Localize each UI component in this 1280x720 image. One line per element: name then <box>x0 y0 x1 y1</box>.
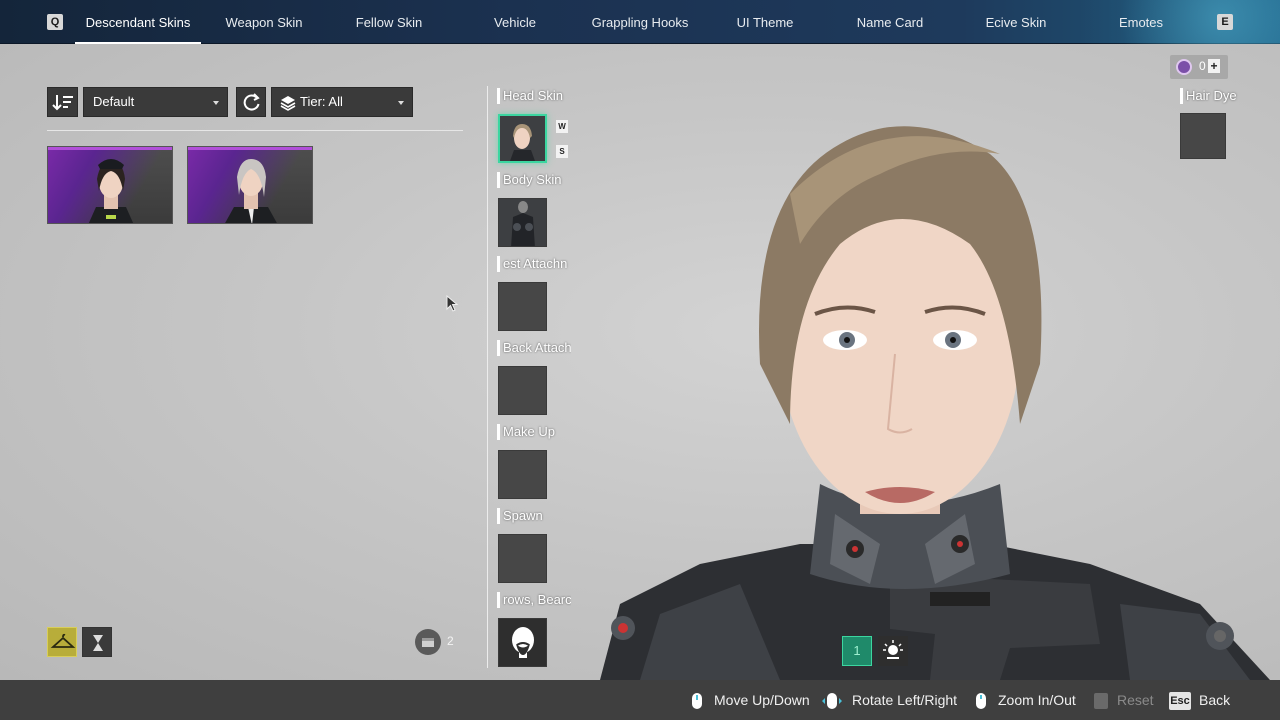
reset-filter-button[interactable] <box>236 87 266 117</box>
currency-amount: 0 <box>1199 59 1206 73</box>
skin-thumbnail <box>225 159 277 223</box>
tab-ui-theme[interactable]: UI Theme <box>725 0 805 44</box>
chevron-down-icon <box>398 101 404 105</box>
back-label: Back <box>1199 692 1231 708</box>
slot-back-attachment[interactable] <box>498 366 547 415</box>
slot-label-brows-beard: rows, Bearc <box>497 591 571 609</box>
chevron-down-icon <box>213 101 219 105</box>
sort-dropdown-value: Default <box>93 94 135 109</box>
currency-display[interactable]: 0 + <box>1170 55 1228 79</box>
skin-card-dark-haired[interactable] <box>47 146 173 224</box>
hint-move-label: Move Up/Down <box>714 692 810 708</box>
tab-vehicle[interactable]: Vehicle <box>480 0 550 44</box>
slot-spawn[interactable] <box>498 534 547 583</box>
hint-zoom-label: Zoom In/Out <box>998 692 1076 708</box>
sort-order-button[interactable] <box>47 87 78 117</box>
hanger-icon <box>50 633 76 648</box>
hourglass-icon <box>93 635 103 651</box>
currency-icon <box>1176 59 1192 75</box>
slot-body-skin[interactable] <box>498 198 547 247</box>
reset-view-label: Reset <box>1117 692 1154 708</box>
chest-icon <box>415 629 441 655</box>
time-limited-button[interactable] <box>82 627 112 657</box>
slot-chest-attachment[interactable] <box>498 282 547 331</box>
inventory-count-value: 2 <box>447 634 454 648</box>
hair-dye-label: Hair Dye <box>1180 87 1250 105</box>
next-tab-key[interactable]: E <box>1217 14 1233 30</box>
light-icon <box>883 640 903 659</box>
slot-label-make-up: Make Up <box>497 423 571 441</box>
esc-key: Esc <box>1169 692 1191 711</box>
hint-rotate-label: Rotate Left/Right <box>852 692 958 708</box>
character-preview-stage[interactable] <box>0 44 1280 680</box>
tab-descendant-skins[interactable]: Descendant Skins <box>75 0 201 44</box>
layers-icon <box>280 96 296 111</box>
tab-grappling-hooks[interactable]: Grappling Hooks <box>584 0 696 44</box>
hint-move: Move Up/Down <box>688 680 810 720</box>
character-model <box>600 126 1270 680</box>
hair-dye-slot[interactable] <box>1180 113 1226 159</box>
mouse-rotate-icon <box>822 693 842 710</box>
add-currency-button[interactable]: + <box>1208 59 1220 73</box>
tab-weapon-skin[interactable]: Weapon Skin <box>214 0 314 44</box>
prev-tab-key[interactable]: Q <box>47 14 63 30</box>
tag-w: W <box>556 120 568 133</box>
slot-label-spawn: Spawn <box>497 507 571 525</box>
tab-emotes[interactable]: Emotes <box>1110 0 1172 44</box>
wardrobe-view-button[interactable] <box>47 627 77 657</box>
slot-brows-beard[interactable] <box>498 618 547 667</box>
head-skin-thumbnail <box>500 116 545 161</box>
mouse-move-icon <box>692 693 702 710</box>
view-slot-number: 1 <box>853 643 861 658</box>
body-skin-thumbnail <box>499 199 546 246</box>
filter-divider <box>47 130 463 131</box>
slot-label-head-skin: Head Skin <box>497 87 571 105</box>
tier-dropdown-value: Tier: All <box>300 94 343 109</box>
reset-key-icon <box>1094 693 1108 710</box>
slot-column-divider <box>487 86 488 668</box>
mouse-scroll-icon <box>976 693 986 710</box>
tag-s: S <box>556 145 568 158</box>
sort-icon <box>52 95 73 111</box>
lighting-button[interactable] <box>878 636 908 666</box>
slot-label-back-attachment: Back Attach <box>497 339 571 357</box>
tab-ecive-skin[interactable]: Ecive Skin <box>978 0 1054 44</box>
slot-head-skin[interactable] <box>498 114 547 163</box>
reset-view-button[interactable]: Reset <box>1093 680 1154 720</box>
slot-label-chest-attachment: est Attachn <box>497 255 571 273</box>
top-navigation-bar: Q Descendant Skins Weapon Skin Fellow Sk… <box>0 0 1280 44</box>
mouse-cursor-icon <box>446 295 459 312</box>
control-hints-bar: Move Up/Down Rotate Left/Right Zoom In/O… <box>0 680 1280 720</box>
view-slot-indicator[interactable]: 1 <box>842 636 872 666</box>
tab-fellow-skin[interactable]: Fellow Skin <box>340 0 438 44</box>
face-silhouette-icon <box>512 627 534 658</box>
refresh-icon <box>243 93 260 111</box>
sort-dropdown[interactable]: Default <box>83 87 228 117</box>
tier-dropdown[interactable]: Tier: All <box>271 87 413 117</box>
slot-label-body-skin: Body Skin <box>497 171 571 189</box>
back-button[interactable]: Esc Back <box>1169 680 1230 720</box>
skin-card-silver-haired[interactable] <box>187 146 313 224</box>
slot-make-up[interactable] <box>498 450 547 499</box>
hint-zoom: Zoom In/Out <box>972 680 1076 720</box>
hint-rotate: Rotate Left/Right <box>820 680 957 720</box>
tab-name-card[interactable]: Name Card <box>848 0 932 44</box>
skin-thumbnail <box>88 159 134 223</box>
